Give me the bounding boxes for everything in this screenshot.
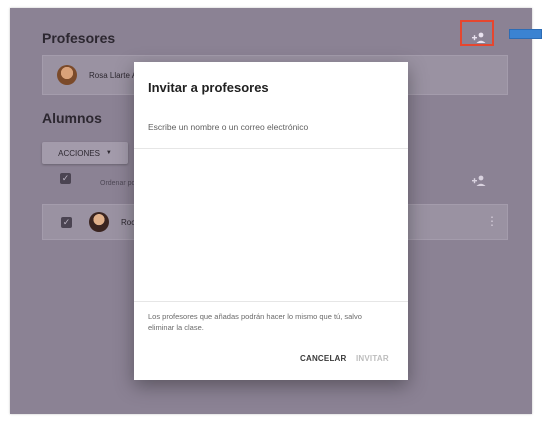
invite-teachers-dialog: Invitar a profesores Los profesores que … [134, 62, 408, 380]
cancel-button[interactable]: CANCELAR [300, 354, 347, 363]
accent-tab [509, 29, 542, 39]
more-vert-icon[interactable]: ⋮ [486, 214, 498, 228]
footer-divider [134, 301, 408, 302]
person-add-icon [472, 175, 486, 186]
teacher-name: Rosa Llarte A [89, 71, 138, 80]
select-all-checkbox[interactable]: ✓ [60, 173, 71, 184]
student-avatar [89, 212, 109, 232]
chevron-down-icon: ▼ [105, 150, 112, 156]
students-section-title: Alumnos [42, 110, 102, 126]
invite-search-input[interactable] [148, 118, 394, 136]
dialog-title: Invitar a profesores [148, 80, 269, 95]
actions-button[interactable]: ACCIONES ▼ [42, 142, 128, 164]
add-student-icon[interactable] [466, 171, 492, 191]
student-checkbox[interactable]: ✓ [61, 217, 72, 228]
dialog-info-text: Los profesores que añadas podrán hacer l… [148, 312, 362, 332]
invite-button[interactable]: INVITAR [356, 354, 389, 363]
teacher-avatar [57, 65, 77, 85]
check-icon: ✓ [62, 217, 71, 227]
input-divider [134, 148, 408, 149]
actions-label: ACCIONES [58, 148, 100, 158]
teachers-section-title: Profesores [42, 30, 116, 46]
add-teacher-highlight [460, 20, 494, 46]
sort-label[interactable]: Ordenar por [100, 180, 138, 187]
check-icon: ✓ [61, 173, 70, 183]
